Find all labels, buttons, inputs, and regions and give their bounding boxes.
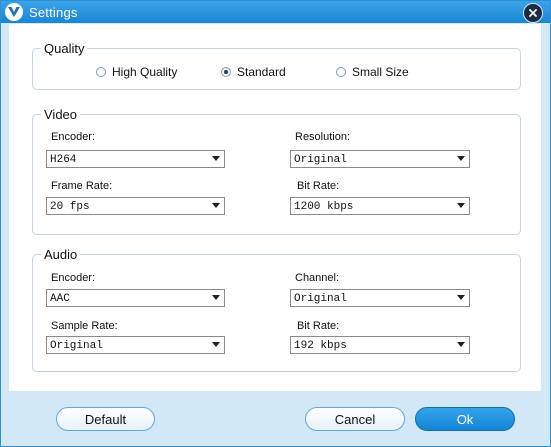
radio-small-size[interactable]: Small Size: [336, 65, 409, 79]
video-resolution-select[interactable]: Original: [290, 150, 470, 168]
chevron-down-icon: [212, 156, 220, 161]
select-value: H264: [50, 154, 77, 166]
radio-label: High Quality: [112, 65, 178, 79]
audio-channel-label: Channel:: [295, 272, 340, 284]
select-value: Original: [294, 293, 347, 305]
radio-indicator: [336, 67, 346, 77]
radio-label: Standard: [237, 65, 286, 79]
select-value: 20 fps: [50, 201, 90, 213]
audio-bit-rate-select[interactable]: 192 kbps: [290, 336, 470, 354]
select-value: Original: [294, 154, 347, 166]
chevron-down-icon: [212, 295, 220, 300]
video-encoder-label: Encoder:: [51, 131, 96, 143]
default-button[interactable]: Default: [56, 407, 155, 431]
audio-sample-rate-label: Sample Rate:: [51, 320, 118, 332]
audio-channel-select[interactable]: Original: [290, 289, 470, 307]
title-bar: Settings: [1, 1, 550, 23]
close-button[interactable]: [523, 3, 543, 23]
chevron-down-icon: [457, 156, 465, 161]
audio-legend: Audio: [44, 247, 78, 262]
video-legend: Video: [44, 107, 78, 122]
radio-high-quality[interactable]: High Quality: [96, 65, 177, 79]
chevron-down-icon: [212, 203, 220, 208]
video-group: Video: [32, 107, 521, 235]
settings-window: Settings Quality High Quality Standard S…: [0, 0, 551, 447]
window-title: Settings: [29, 5, 78, 20]
audio-bit-rate-label: Bit Rate:: [297, 320, 340, 332]
quality-legend: Quality: [44, 41, 85, 56]
audio-encoder-select[interactable]: AAC: [46, 289, 225, 307]
video-frame-rate-label: Frame Rate:: [51, 180, 113, 192]
chevron-down-icon: [457, 203, 465, 208]
select-value: 192 kbps: [294, 340, 347, 352]
chevron-down-icon: [212, 342, 220, 347]
chevron-down-icon: [457, 295, 465, 300]
video-bit-rate-label: Bit Rate:: [297, 180, 340, 192]
app-logo-icon: [5, 3, 23, 21]
audio-encoder-label: Encoder:: [51, 272, 96, 284]
video-resolution-label: Resolution:: [295, 131, 351, 143]
video-encoder-select[interactable]: H264: [46, 150, 225, 168]
select-value: Original: [50, 340, 103, 352]
close-icon: [529, 9, 537, 17]
select-value: AAC: [50, 293, 70, 305]
audio-sample-rate-select[interactable]: Original: [46, 336, 225, 354]
ok-button[interactable]: Ok: [415, 407, 515, 431]
video-bit-rate-select[interactable]: 1200 kbps: [290, 197, 470, 215]
radio-label: Small Size: [352, 65, 409, 79]
radio-standard[interactable]: Standard: [221, 65, 286, 79]
settings-panel: Quality High Quality Standard Small Size…: [9, 24, 541, 391]
video-frame-rate-select[interactable]: 20 fps: [46, 197, 225, 215]
cancel-button[interactable]: Cancel: [305, 407, 405, 431]
chevron-down-icon: [457, 342, 465, 347]
radio-indicator: [221, 67, 231, 77]
radio-indicator: [96, 67, 106, 77]
select-value: 1200 kbps: [294, 201, 354, 213]
